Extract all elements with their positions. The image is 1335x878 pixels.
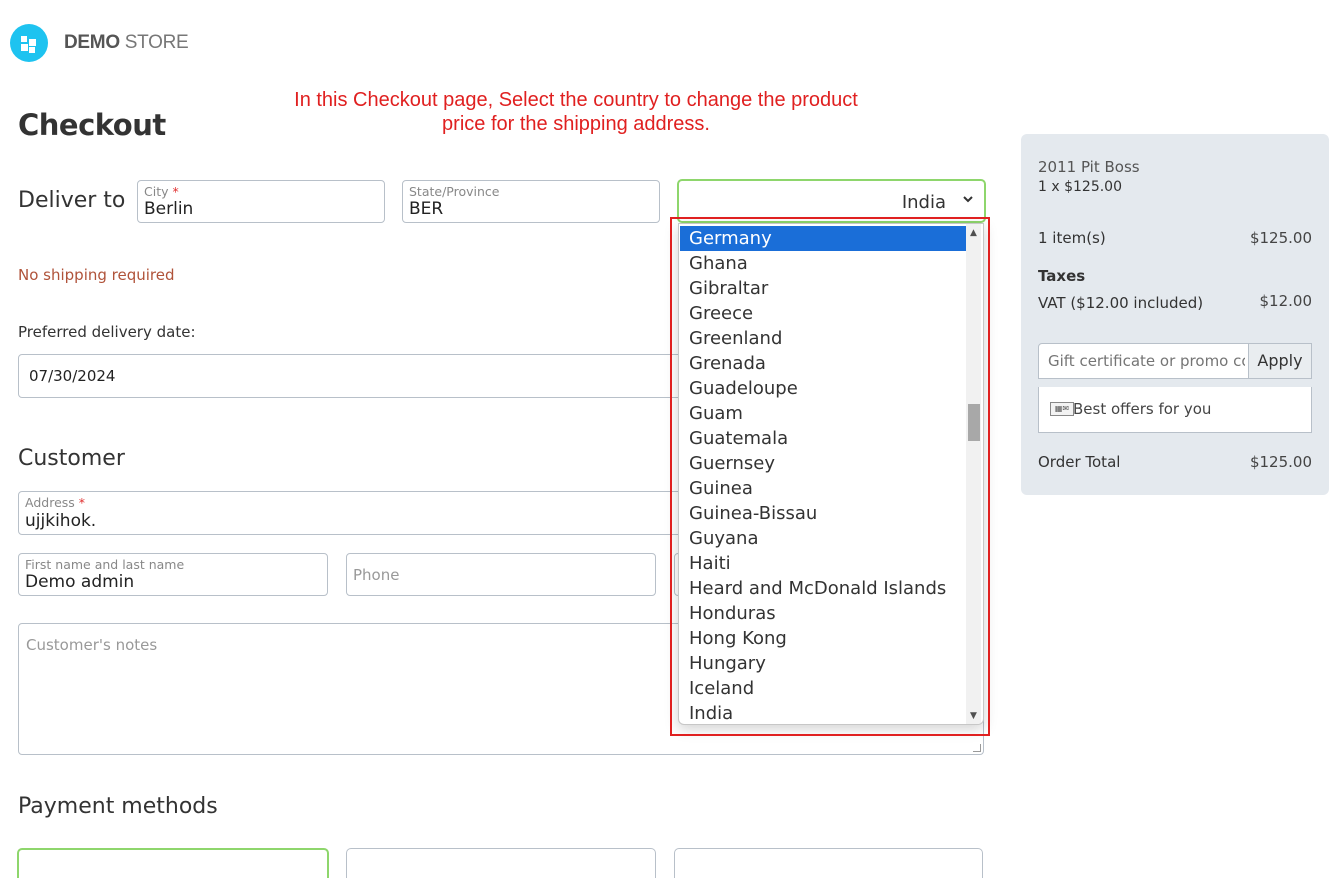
preferred-date-label: Preferred delivery date:	[18, 323, 196, 341]
annotation-text: In this Checkout page, Select the countr…	[294, 89, 858, 135]
scrollbar-thumb[interactable]	[968, 404, 980, 441]
country-options: Germany Ghana Gibraltar Greece Greenland Gren…	[680, 226, 966, 724]
scroll-down-icon[interactable]: ▼	[966, 711, 981, 721]
logo-text-bold: DEMO	[64, 32, 120, 53]
city-label: City *	[144, 184, 179, 199]
promo-code-input[interactable]	[1039, 344, 1245, 378]
country-option[interactable]: Germany	[680, 226, 966, 251]
country-option[interactable]: Guinea-Bissau	[680, 501, 966, 526]
logo-text: DEMO STORE	[64, 32, 189, 54]
order-summary: 2011 Pit Boss 1 x $125.00 1 item(s) $125…	[1021, 134, 1329, 495]
taxes-title: Taxes	[1038, 267, 1086, 285]
country-option[interactable]: Guyana	[680, 526, 966, 551]
preferred-date-value: 07/30/2024	[29, 367, 116, 385]
country-option[interactable]: Heard and McDonald Islands	[680, 576, 966, 601]
page-title: Checkout	[18, 108, 166, 142]
resize-handle-icon[interactable]	[973, 744, 981, 752]
country-option[interactable]: Guinea	[680, 476, 966, 501]
payment-method-option-1[interactable]	[17, 848, 329, 878]
state-field[interactable]: State/Province BER	[402, 180, 660, 223]
country-option[interactable]: Ghana	[680, 251, 966, 276]
city-value: Berlin	[144, 199, 194, 219]
order-total-value: $125.00	[1249, 453, 1312, 471]
name-value: Demo admin	[25, 572, 135, 592]
country-option[interactable]: Guam	[680, 401, 966, 426]
customer-section-title: Customer	[18, 446, 125, 471]
payment-method-option-3[interactable]	[674, 848, 983, 878]
country-option[interactable]: Hungary	[680, 651, 966, 676]
payment-section-title: Payment methods	[18, 794, 218, 819]
store-logo[interactable]: DEMO STORE	[10, 24, 189, 62]
best-offers-label: Best offers for you	[1073, 400, 1212, 418]
no-shipping-text: No shipping required	[18, 266, 175, 284]
country-select[interactable]: India	[677, 179, 986, 223]
country-option[interactable]: Grenada	[680, 351, 966, 376]
notes-placeholder: Customer's notes	[26, 636, 158, 654]
chevron-down-icon	[962, 193, 974, 209]
country-option[interactable]: Gibraltar	[680, 276, 966, 301]
product-name: 2011 Pit Boss	[1038, 158, 1140, 176]
state-label: State/Province	[409, 184, 500, 199]
country-option[interactable]: Guernsey	[680, 451, 966, 476]
vat-value: $12.00	[1259, 292, 1313, 310]
scroll-up-icon[interactable]: ▲	[966, 228, 981, 238]
country-option[interactable]: Guatemala	[680, 426, 966, 451]
name-label: First name and last name	[25, 557, 185, 572]
items-total: $125.00	[1249, 229, 1312, 247]
country-option[interactable]: Greece	[680, 301, 966, 326]
country-select-value: India	[901, 192, 946, 213]
offers-image-icon: ▦✉	[1050, 402, 1074, 416]
deliver-to-label: Deliver to	[18, 188, 126, 213]
country-option[interactable]: Guadeloupe	[680, 376, 966, 401]
payment-method-option-2[interactable]	[346, 848, 656, 878]
country-option[interactable]: Greenland	[680, 326, 966, 351]
dropdown-scrollbar[interactable]: ▲ ▼	[966, 224, 981, 724]
country-option[interactable]: India	[680, 701, 966, 724]
address-value: ujjkihok.	[25, 511, 97, 531]
country-option[interactable]: Iceland	[680, 676, 966, 701]
vat-label: VAT ($12.00 included)	[1038, 294, 1204, 312]
phone-field[interactable]: Phone	[346, 553, 656, 596]
city-field[interactable]: City * Berlin	[137, 180, 385, 223]
best-offers-link[interactable]: ▦✉ Best offers for you	[1038, 387, 1312, 433]
promo-code-group: Apply	[1038, 343, 1312, 379]
logo-mark-icon	[10, 24, 48, 62]
state-value: BER	[409, 199, 444, 219]
country-option[interactable]: Haiti	[680, 551, 966, 576]
country-option[interactable]: Hong Kong	[680, 626, 966, 651]
country-dropdown-list[interactable]: Germany Ghana Gibraltar Greece Greenland Gren…	[678, 223, 984, 725]
address-label: Address *	[25, 495, 86, 510]
order-total-label: Order Total	[1038, 453, 1121, 471]
name-field[interactable]: First name and last name Demo admin	[18, 553, 328, 596]
country-option[interactable]: Honduras	[680, 601, 966, 626]
apply-button[interactable]: Apply	[1248, 344, 1311, 378]
product-qty: 1 x $125.00	[1038, 179, 1122, 195]
phone-placeholder: Phone	[353, 566, 400, 584]
logo-text-light: STORE	[124, 32, 189, 53]
items-count-label: 1 item(s)	[1038, 229, 1106, 247]
